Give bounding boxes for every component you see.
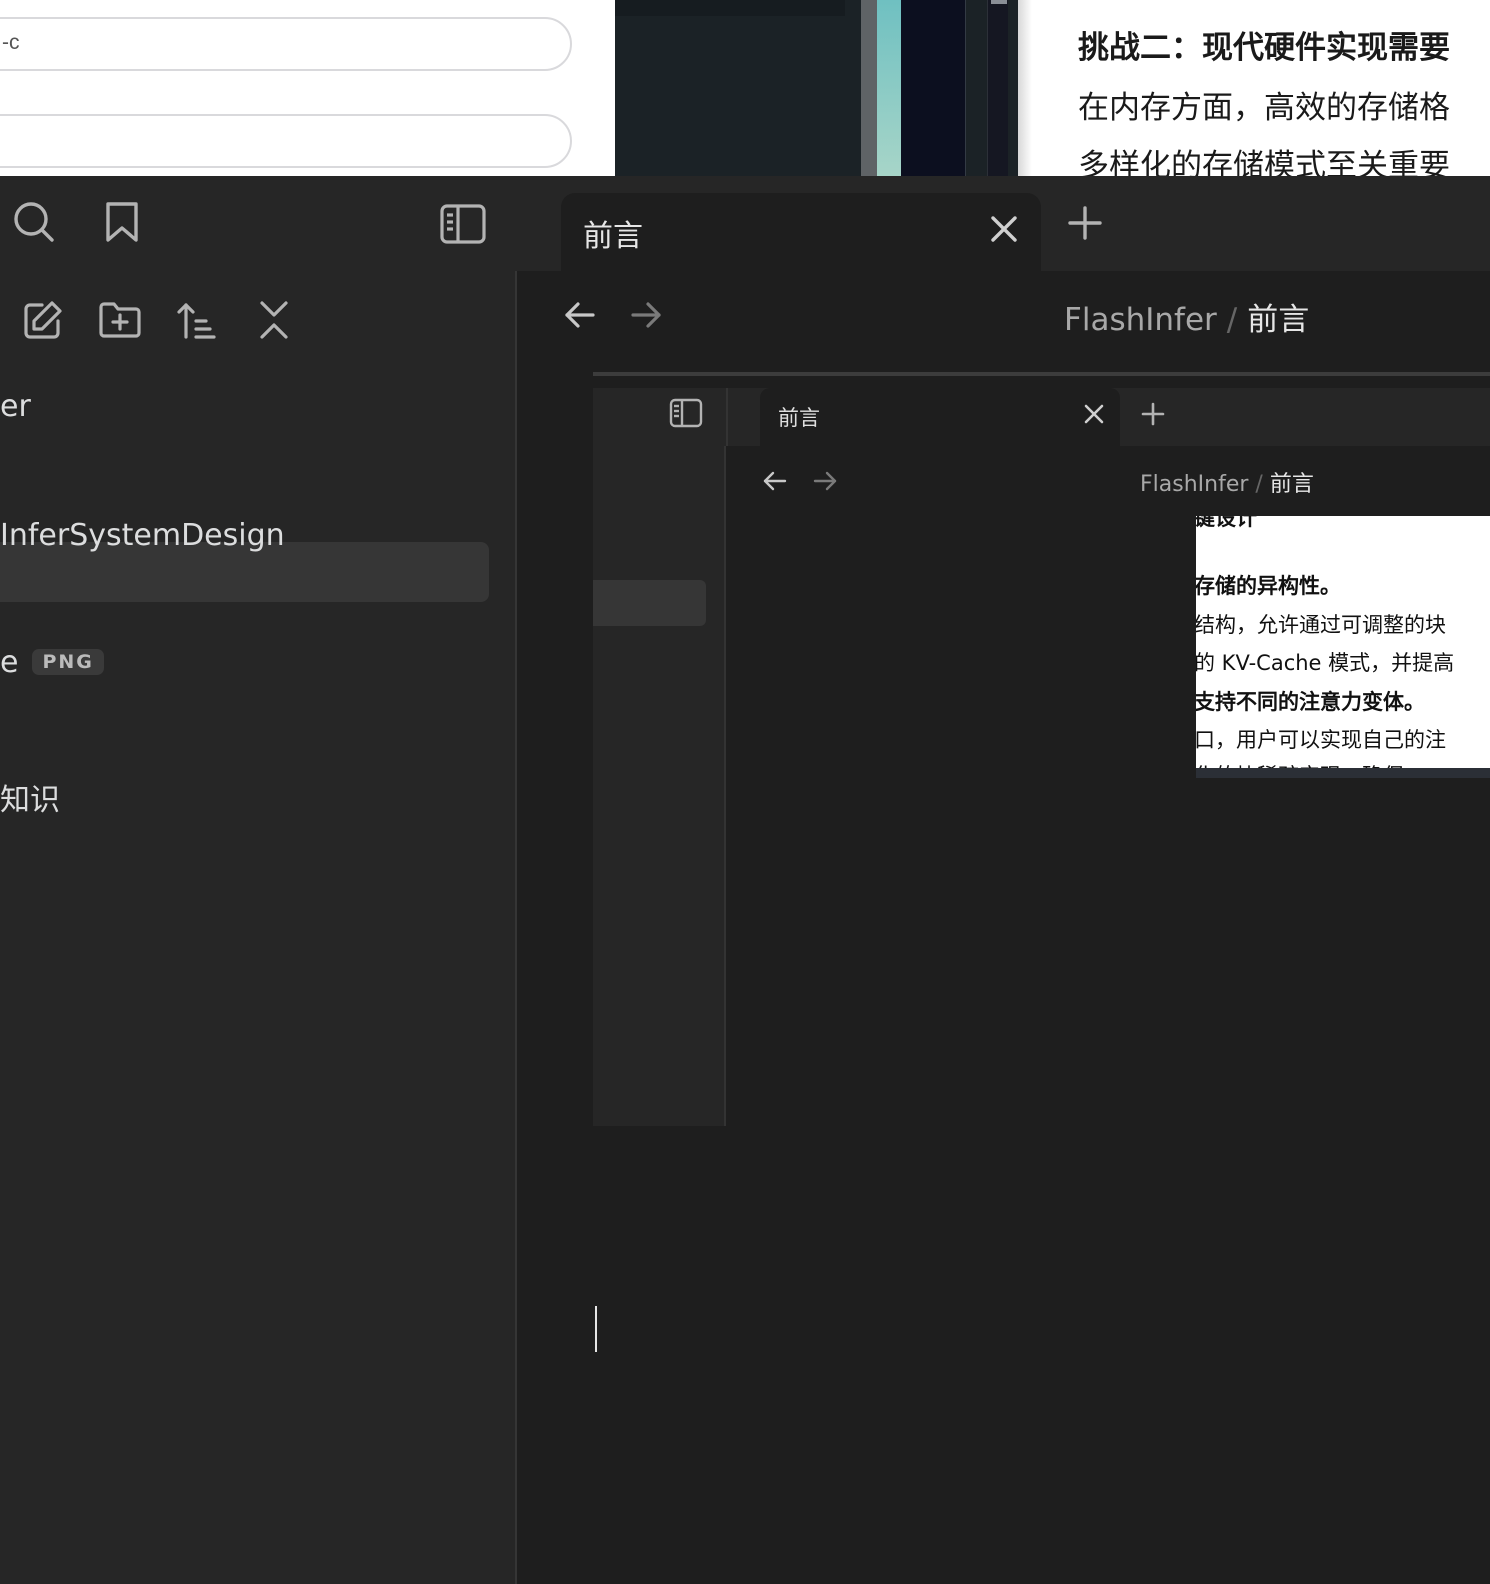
nested-sidebar [593,446,726,1126]
background-document-window: 挑战二：现代硬件实现需要 在内存方面，高效的存储格 多样化的存储模式至关重要 [1018,0,1490,176]
browser-text-field-value: -c [2,31,20,54]
nested-tree-selected [593,580,706,626]
breadcrumb: FlashInfer / 前言 [1064,294,1309,339]
sidebar-toggle-icon[interactable] [440,204,486,244]
new-folder-icon[interactable] [98,301,142,339]
file-type-badge: PNG [32,649,104,675]
nested-forward-arrow-icon [813,470,837,492]
document-paragraph-line: 多样化的存储模式至关重要 [1078,148,1450,176]
background-browser-window: -c [0,0,615,176]
obsidian-window: 前言 er InferSystemDesign e PNG 知识 FlashIn… [0,176,1490,1584]
tab-active[interactable]: 前言 [561,193,1041,271]
background-terminal-window [615,0,1018,176]
nested-breadcrumb: FlashInfer / 前言 [1140,472,1314,497]
sort-order-icon[interactable] [176,299,218,341]
embedded-document-image: 键设计 存储的异构性。 结构，允许通过可调整的块 的 KV-Cache 模式，并… [1196,516,1490,778]
tab-title: 前言 [583,219,643,254]
tree-item-file[interactable]: InferSystemDesign [0,518,285,553]
tree-item-label: e [0,645,19,680]
browser-text-field-2[interactable] [0,114,572,168]
bookmark-icon[interactable] [104,200,140,244]
tab-bar: 前言 [0,176,1490,271]
tree-item-image[interactable]: e PNG [0,645,104,680]
new-tab-icon[interactable] [1068,206,1102,240]
nested-back-arrow-icon [763,470,787,492]
text-cursor [595,1306,597,1352]
collapse-all-icon[interactable] [256,299,292,341]
nested-sidebar-toggle-icon [669,398,703,428]
tree-item-file[interactable]: 知识 [0,775,60,819]
breadcrumb-root[interactable]: FlashInfer [1064,302,1217,338]
browser-text-field[interactable]: -c [0,17,572,71]
nested-tab-title: 前言 [778,406,820,430]
tree-item-folder[interactable]: er [0,389,31,424]
nested-new-tab-icon [1141,402,1165,426]
breadcrumb-current: 前言 [1247,302,1310,338]
nested-tab-active: 前言 [760,388,1120,446]
embedded-screenshot: 前言 FlashInfer / 前言 键设计 存储的异构性。 结构，允许通过可调… [593,374,1490,1334]
search-icon[interactable] [12,200,56,244]
file-explorer-sidebar: er InferSystemDesign e PNG 知识 [0,271,517,1584]
new-note-icon[interactable] [22,299,64,341]
embedded-image-bottom-edge [1196,768,1490,778]
breadcrumb-separator: / [1226,302,1238,338]
back-arrow-icon[interactable] [564,300,596,330]
document-heading: 挑战二：现代硬件实现需要 [1078,30,1450,66]
close-icon[interactable] [989,214,1019,244]
forward-arrow-icon[interactable] [630,300,662,330]
nested-close-icon [1084,404,1104,424]
document-paragraph-line: 在内存方面，高效的存储格 [1078,90,1450,126]
